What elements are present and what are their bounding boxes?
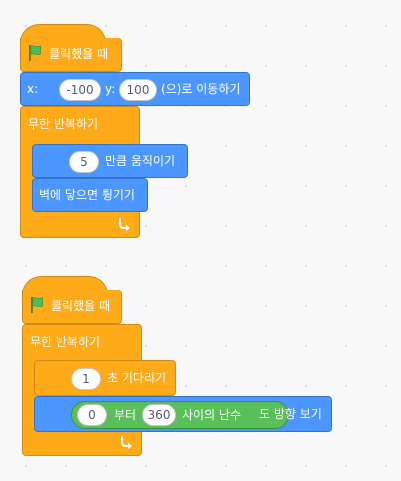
green-flag-icon [29,45,41,61]
point-direction-block[interactable]: 0 부터 360 사이의 난수 도 방향 보기 [34,396,332,432]
wait-seconds-input[interactable]: 1 [71,368,101,390]
random-to-input[interactable]: 360 [142,404,176,426]
random-from-input[interactable]: 0 [77,404,107,426]
bounce-edge-block[interactable]: 벽에 닿으면 튕기기 [32,178,148,212]
goto-y-input[interactable]: 100 [119,79,157,101]
loop-arrow-icon [119,218,130,231]
loop-arrow-icon [121,436,132,449]
random-suffix-label: 사이의 난수 [182,408,242,422]
forever-top-arm[interactable]: 무한 반복하기 [22,324,142,362]
bounce-label: 벽에 닿으면 튕기기 [39,188,135,202]
point-direction-label: 도 방향 보기 [259,407,322,421]
when-flag-clicked-block[interactable]: 클릭했을 때 [20,38,122,72]
forever-label: 무한 반복하기 [30,335,101,349]
hat-label: 클릭했을 때 [49,47,109,61]
goto-x-label: x: [27,82,39,96]
forever-bottom-arm[interactable] [22,430,142,456]
goto-y-label: y: [105,82,116,96]
when-flag-clicked-block[interactable]: 클릭했을 때 [22,290,122,324]
move-steps-block[interactable]: 5 만큼 움직이기 [32,144,188,178]
wait-seconds-block[interactable]: 1 초 기다리기 [34,360,176,396]
goto-x-input[interactable]: -100 [59,79,101,101]
forever-bottom-arm[interactable] [20,212,140,238]
hat-label: 클릭했을 때 [51,299,111,313]
forever-label: 무한 반복하기 [28,117,99,131]
random-from-label: 부터 [114,408,137,422]
random-number-reporter[interactable]: 0 부터 360 사이의 난수 [71,401,289,429]
goto-xy-block[interactable]: x: -100 y: 100 (으)로 이동하기 [20,72,250,106]
move-steps-label: 만큼 움직이기 [105,154,176,168]
wait-seconds-label: 초 기다리기 [107,371,167,385]
move-steps-input[interactable]: 5 [69,151,99,173]
goto-suffix-label: (으)로 이동하기 [161,82,241,96]
green-flag-icon [31,297,43,313]
forever-top-arm[interactable]: 무한 반복하기 [20,106,140,144]
